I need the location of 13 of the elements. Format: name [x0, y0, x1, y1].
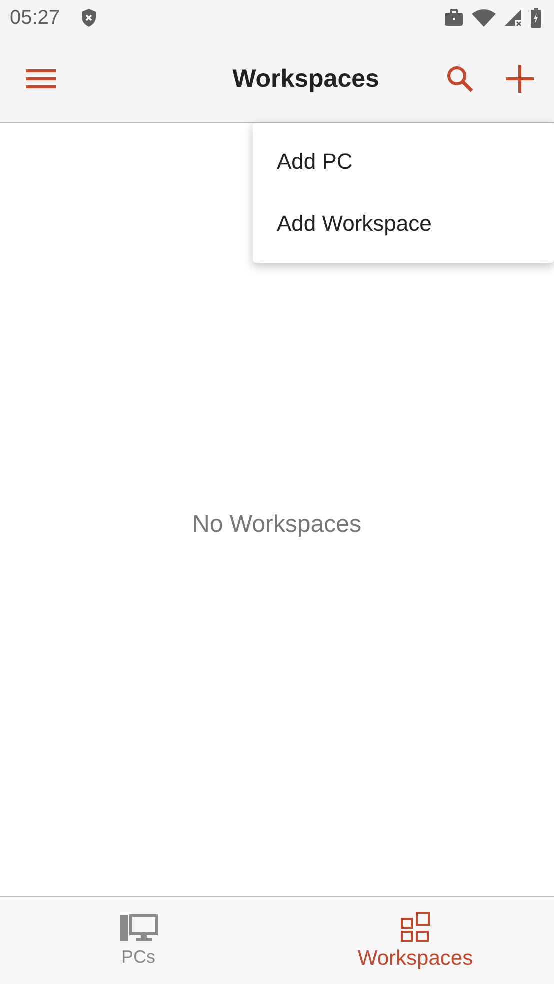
signal-icon [504, 9, 522, 27]
battery-icon [530, 8, 542, 28]
empty-message: No Workspaces [192, 510, 362, 538]
briefcase-icon [444, 9, 464, 27]
menu-item[interactable]: Add Workspace [253, 193, 554, 255]
app-title: Workspaces [232, 64, 380, 94]
shield-icon [80, 8, 98, 28]
wifi-icon [472, 9, 496, 27]
bottom-tab[interactable]: Workspaces [277, 897, 554, 984]
grid-icon [400, 910, 432, 942]
computer-icon [120, 913, 158, 943]
status-time: 05:27 [10, 6, 60, 30]
menu-item[interactable]: Add PC [253, 131, 554, 193]
